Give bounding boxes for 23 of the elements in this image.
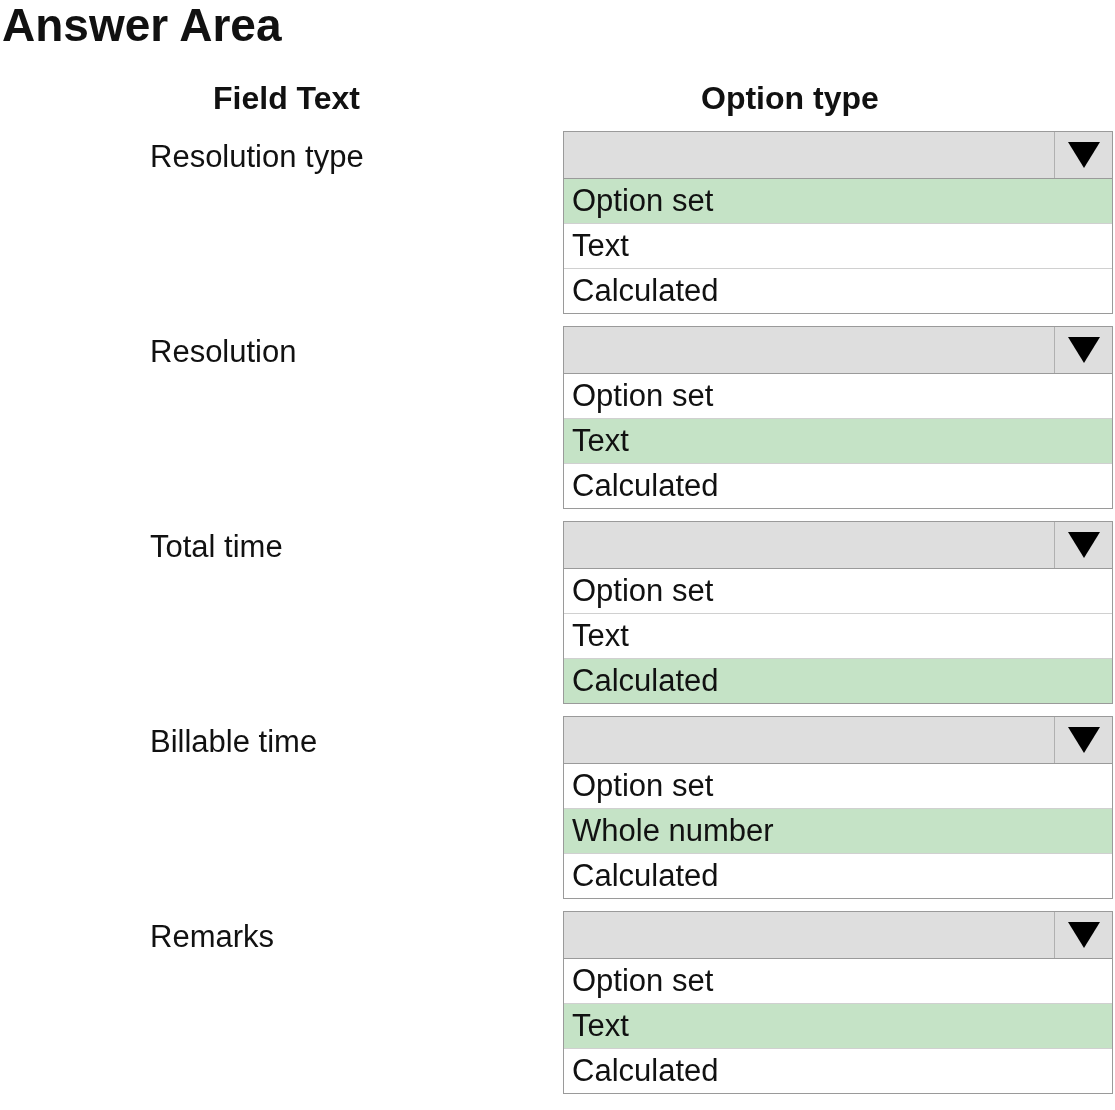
dropdown-option[interactable]: Option set xyxy=(564,179,1112,224)
dropdown-field[interactable] xyxy=(564,912,1112,959)
column-header: Field Text xyxy=(213,80,360,117)
dropdown-option[interactable]: Calculated xyxy=(564,659,1112,703)
dropdown-option[interactable]: Text xyxy=(564,419,1112,464)
caret-icon xyxy=(1066,726,1101,754)
caret-icon xyxy=(1066,141,1101,169)
field-label: Resolution xyxy=(150,334,297,370)
dropdown-field[interactable] xyxy=(564,522,1112,569)
dropdown-option[interactable]: Whole number xyxy=(564,809,1112,854)
field-label: Billable time xyxy=(150,724,318,760)
dropdown-field[interactable] xyxy=(564,132,1112,179)
page-title: Answer Area xyxy=(1,0,282,50)
field-label: Resolution type xyxy=(150,139,364,175)
dropdown-field[interactable] xyxy=(564,327,1112,374)
column-header: Option type xyxy=(701,80,879,117)
caret-icon xyxy=(1066,336,1101,364)
dropdown-field[interactable] xyxy=(564,717,1112,764)
field-label: Total time xyxy=(150,529,283,565)
caret-icon xyxy=(1066,531,1101,559)
dropdown-option[interactable]: Text xyxy=(564,1004,1112,1049)
caret-icon xyxy=(1066,921,1101,949)
field-label: Remarks xyxy=(150,919,274,955)
